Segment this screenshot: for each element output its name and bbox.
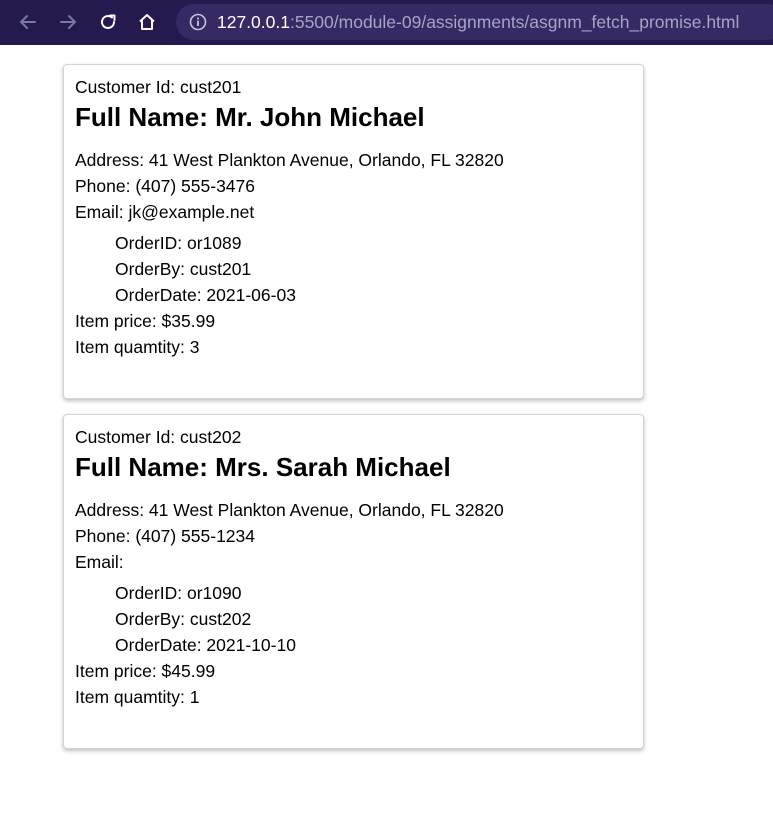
customer-full-name: Full Name: Mrs. Sarah Michael [75, 452, 451, 482]
browser-toolbar: 127.0.0.1:5500/module-09/assignments/asg… [0, 0, 773, 45]
back-arrow-icon [20, 15, 36, 29]
order-id: OrderID: or1090 [115, 583, 242, 603]
customer-phone: Phone: (407) 555-3476 [75, 176, 255, 196]
forward-arrow-icon [60, 15, 76, 29]
order-by: OrderBy: cust202 [115, 609, 252, 629]
order-id: OrderID: or1089 [115, 233, 242, 253]
url-host: 127.0.0.1 [217, 12, 290, 32]
order-date: OrderDate: 2021-06-03 [115, 285, 296, 305]
customer-id: Customer Id: cust201 [75, 77, 242, 97]
customer-address: Address: 41 West Plankton Avenue, Orland… [75, 150, 504, 170]
item-price: Item price: $45.99 [75, 661, 216, 681]
customer-id: Customer Id: cust202 [75, 427, 242, 447]
customer-phone: Phone: (407) 555-1234 [75, 526, 255, 546]
forward-button[interactable] [53, 7, 83, 37]
order-details: OrderID: or1090 OrderBy: cust202 OrderDa… [75, 580, 643, 658]
back-button[interactable] [13, 7, 43, 37]
customer-full-name: Full Name: Mr. John Michael [75, 102, 425, 132]
reload-button[interactable] [93, 7, 123, 37]
item-quantity: Item quamtity: 3 [75, 337, 200, 357]
order-date: OrderDate: 2021-10-10 [115, 635, 296, 655]
item-price: Item price: $35.99 [75, 311, 216, 331]
home-icon [139, 14, 155, 30]
customer-address: Address: 41 West Plankton Avenue, Orland… [75, 500, 504, 520]
url-path: :5500/module-09/assignments/asgnm_fetch_… [289, 12, 740, 32]
item-quantity: Item quamtity: 1 [75, 687, 200, 707]
info-icon[interactable] [189, 13, 207, 31]
customer-email: Email: jk@example.net [75, 202, 255, 222]
home-button[interactable] [132, 7, 162, 37]
customer-card: Customer Id: cust201 Full Name: Mr. John… [63, 64, 644, 399]
reload-icon [101, 14, 116, 29]
order-by: OrderBy: cust201 [115, 259, 252, 279]
customer-email: Email: [75, 552, 124, 572]
order-details: OrderID: or1089 OrderBy: cust201 OrderDa… [75, 230, 643, 308]
customer-card: Customer Id: cust202 Full Name: Mrs. Sar… [63, 414, 644, 749]
url-text[interactable]: 127.0.0.1:5500/module-09/assignments/asg… [217, 12, 739, 32]
address-bar[interactable]: 127.0.0.1:5500/module-09/assignments/asg… [176, 4, 773, 40]
